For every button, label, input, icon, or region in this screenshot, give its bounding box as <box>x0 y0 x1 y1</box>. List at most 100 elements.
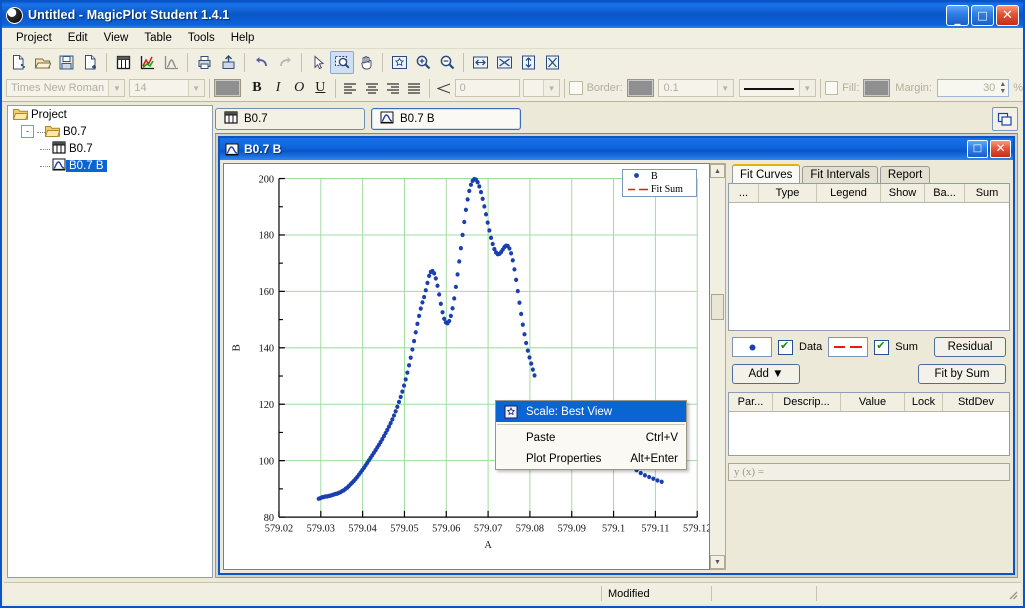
figure-icon[interactable] <box>135 51 159 74</box>
column-header-stddev[interactable]: StdDev <box>943 393 1009 411</box>
menu-table[interactable]: Table <box>136 30 180 46</box>
context-menu-item-scale-best-view[interactable]: Scale: Best View <box>496 401 686 422</box>
plot-vertical-scrollbar[interactable]: ▲ ▼ <box>710 163 726 570</box>
fit-width-icon[interactable] <box>468 51 492 74</box>
column-header-value[interactable]: Value <box>841 393 905 411</box>
child-close-button[interactable]: ✕ <box>990 140 1011 158</box>
fill-color-swatch[interactable] <box>863 79 891 97</box>
zoom-select-icon[interactable] <box>330 50 354 74</box>
column-header-baseline[interactable]: Ba... <box>925 184 965 202</box>
column-header-lock[interactable]: Lock <box>905 393 943 411</box>
align-center-icon[interactable] <box>361 78 382 98</box>
tab-fit-curves[interactable]: Fit Curves <box>732 164 801 183</box>
fit-plot-icon[interactable] <box>159 51 183 74</box>
align-right-icon[interactable] <box>382 78 403 98</box>
minimize-button[interactable]: _ <box>946 4 969 26</box>
bold-button[interactable]: B <box>246 78 267 98</box>
menu-project[interactable]: Project <box>8 30 60 46</box>
outline-button[interactable]: O <box>289 78 310 98</box>
sum-checkbox[interactable] <box>874 339 890 355</box>
select-arrow-icon[interactable] <box>306 51 330 74</box>
underline-button[interactable]: U <box>310 78 331 98</box>
context-menu-item-plot-properties[interactable]: Plot Properties Alt+Enter <box>496 448 686 469</box>
plot-context-menu[interactable]: Scale: Best View Paste Ctrl+V Plot Prope… <box>495 400 687 470</box>
column-header-type[interactable]: Type <box>759 184 817 202</box>
plot-canvas[interactable]: 80 100 120 140 160 180 200 B 579.02 579.03 579.04 5… <box>223 163 711 570</box>
save-project-icon[interactable] <box>54 51 78 74</box>
fit-curves-table[interactable]: ... Type Legend Show Ba... Sum <box>728 183 1010 331</box>
parameters-table[interactable]: Par... Descrip... Value Lock StdDev <box>728 392 1010 456</box>
align-left-icon[interactable] <box>340 78 361 98</box>
scroll-down-icon[interactable]: ▼ <box>710 555 725 569</box>
scrollbar-thumb[interactable] <box>711 294 724 320</box>
print-icon[interactable] <box>192 51 216 74</box>
scroll-up-icon[interactable]: ▲ <box>710 164 725 178</box>
maximize-button[interactable]: □ <box>971 4 994 26</box>
font-size-select[interactable]: 14 ▼ <box>129 79 205 97</box>
new-table-icon[interactable] <box>78 51 102 74</box>
table-icon[interactable] <box>111 51 135 74</box>
menu-tools[interactable]: Tools <box>180 30 223 46</box>
open-project-icon[interactable] <box>30 51 54 74</box>
margin-input[interactable]: 30 ▲ ▼ <box>936 79 1010 97</box>
tree-node-b07-b-plot[interactable]: B0.7 B <box>8 157 212 174</box>
align-justify-icon[interactable] <box>403 78 424 98</box>
close-button[interactable]: ✕ <box>996 4 1019 26</box>
angle-input[interactable]: 0 <box>454 79 521 97</box>
export-icon[interactable] <box>216 51 240 74</box>
menu-help[interactable]: Help <box>223 30 263 46</box>
column-header-description[interactable]: Descrip... <box>773 393 841 411</box>
fill-checkbox[interactable] <box>824 81 839 95</box>
shrink-width-icon[interactable] <box>492 51 516 74</box>
line-style-select[interactable]: ▼ <box>738 79 816 97</box>
zoom-in-icon[interactable] <box>411 51 435 74</box>
formula-field[interactable]: y (x) = <box>728 463 1010 481</box>
column-header-legend[interactable]: Legend <box>817 184 881 202</box>
spinner-arrows-icon[interactable]: ▲ ▼ <box>999 81 1006 95</box>
legend-label-fitsum: Fit Sum <box>651 184 683 195</box>
add-button[interactable]: Add ▼ <box>732 364 800 384</box>
new-project-icon[interactable] <box>6 51 30 74</box>
border-color-swatch[interactable] <box>626 79 654 97</box>
zoom-out-icon[interactable] <box>435 51 459 74</box>
context-menu-shortcut: Alt+Enter <box>630 452 678 465</box>
border-width-select[interactable]: 0.1 ▼ <box>658 79 734 97</box>
project-tree[interactable]: Project - B0.7 B0.7 B0.7 B <box>7 105 213 578</box>
cascade-windows-icon[interactable] <box>992 107 1018 131</box>
svg-text:579.11: 579.11 <box>641 523 669 534</box>
tab-fit-intervals[interactable]: Fit Intervals <box>802 166 878 183</box>
child-maximize-button[interactable]: □ <box>967 140 988 158</box>
residual-button[interactable]: Residual <box>934 337 1006 357</box>
tree-node-project[interactable]: Project <box>8 106 212 123</box>
redo-icon[interactable] <box>273 51 297 74</box>
italic-button[interactable]: I <box>267 78 288 98</box>
tree-node-b07-table[interactable]: B0.7 <box>8 140 212 157</box>
menu-view[interactable]: View <box>96 30 137 46</box>
column-header-parameter[interactable]: Par... <box>729 393 773 411</box>
shrink-height-icon[interactable] <box>540 51 564 74</box>
font-color-swatch[interactable] <box>213 79 241 97</box>
data-checkbox[interactable] <box>778 339 793 355</box>
sum-style-button[interactable] <box>828 337 869 357</box>
border-checkbox[interactable] <box>569 81 583 95</box>
column-header-show[interactable]: Show <box>881 184 925 202</box>
tab-report[interactable]: Report <box>879 166 931 183</box>
tree-node-b07-folder[interactable]: - B0.7 <box>8 123 212 140</box>
font-family-select[interactable]: Times New Roman ▼ <box>6 79 126 97</box>
angle-unit-select[interactable]: ▼ <box>523 79 561 97</box>
tab-b07-b-plot[interactable]: B0.7 B <box>371 108 521 130</box>
pan-hand-icon[interactable] <box>354 51 378 74</box>
tab-b07-table[interactable]: B0.7 <box>215 108 365 130</box>
fit-height-icon[interactable] <box>516 51 540 74</box>
column-header-sum[interactable]: Sum <box>965 184 1009 202</box>
tree-expander-icon[interactable]: - <box>21 125 34 138</box>
context-menu-item-paste[interactable]: Paste Ctrl+V <box>496 427 686 448</box>
fit-by-sum-button[interactable]: Fit by Sum <box>918 364 1006 384</box>
legend-marker-dashed-icon <box>628 184 648 195</box>
data-style-button[interactable] <box>732 337 772 357</box>
resize-grip[interactable] <box>1005 587 1019 601</box>
undo-icon[interactable] <box>249 51 273 74</box>
column-header-index[interactable]: ... <box>729 184 759 202</box>
fit-best-view-icon[interactable] <box>387 51 411 74</box>
menu-edit[interactable]: Edit <box>60 30 96 46</box>
